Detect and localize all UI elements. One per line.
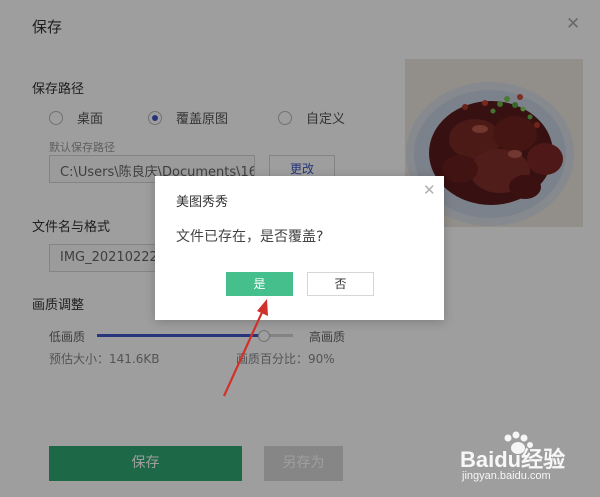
annotation-arrow bbox=[222, 299, 268, 397]
watermark-url: jingyan.baidu.com bbox=[462, 470, 551, 482]
baidu-watermark: Baidu经验 jingyan.baidu.com bbox=[456, 430, 596, 492]
